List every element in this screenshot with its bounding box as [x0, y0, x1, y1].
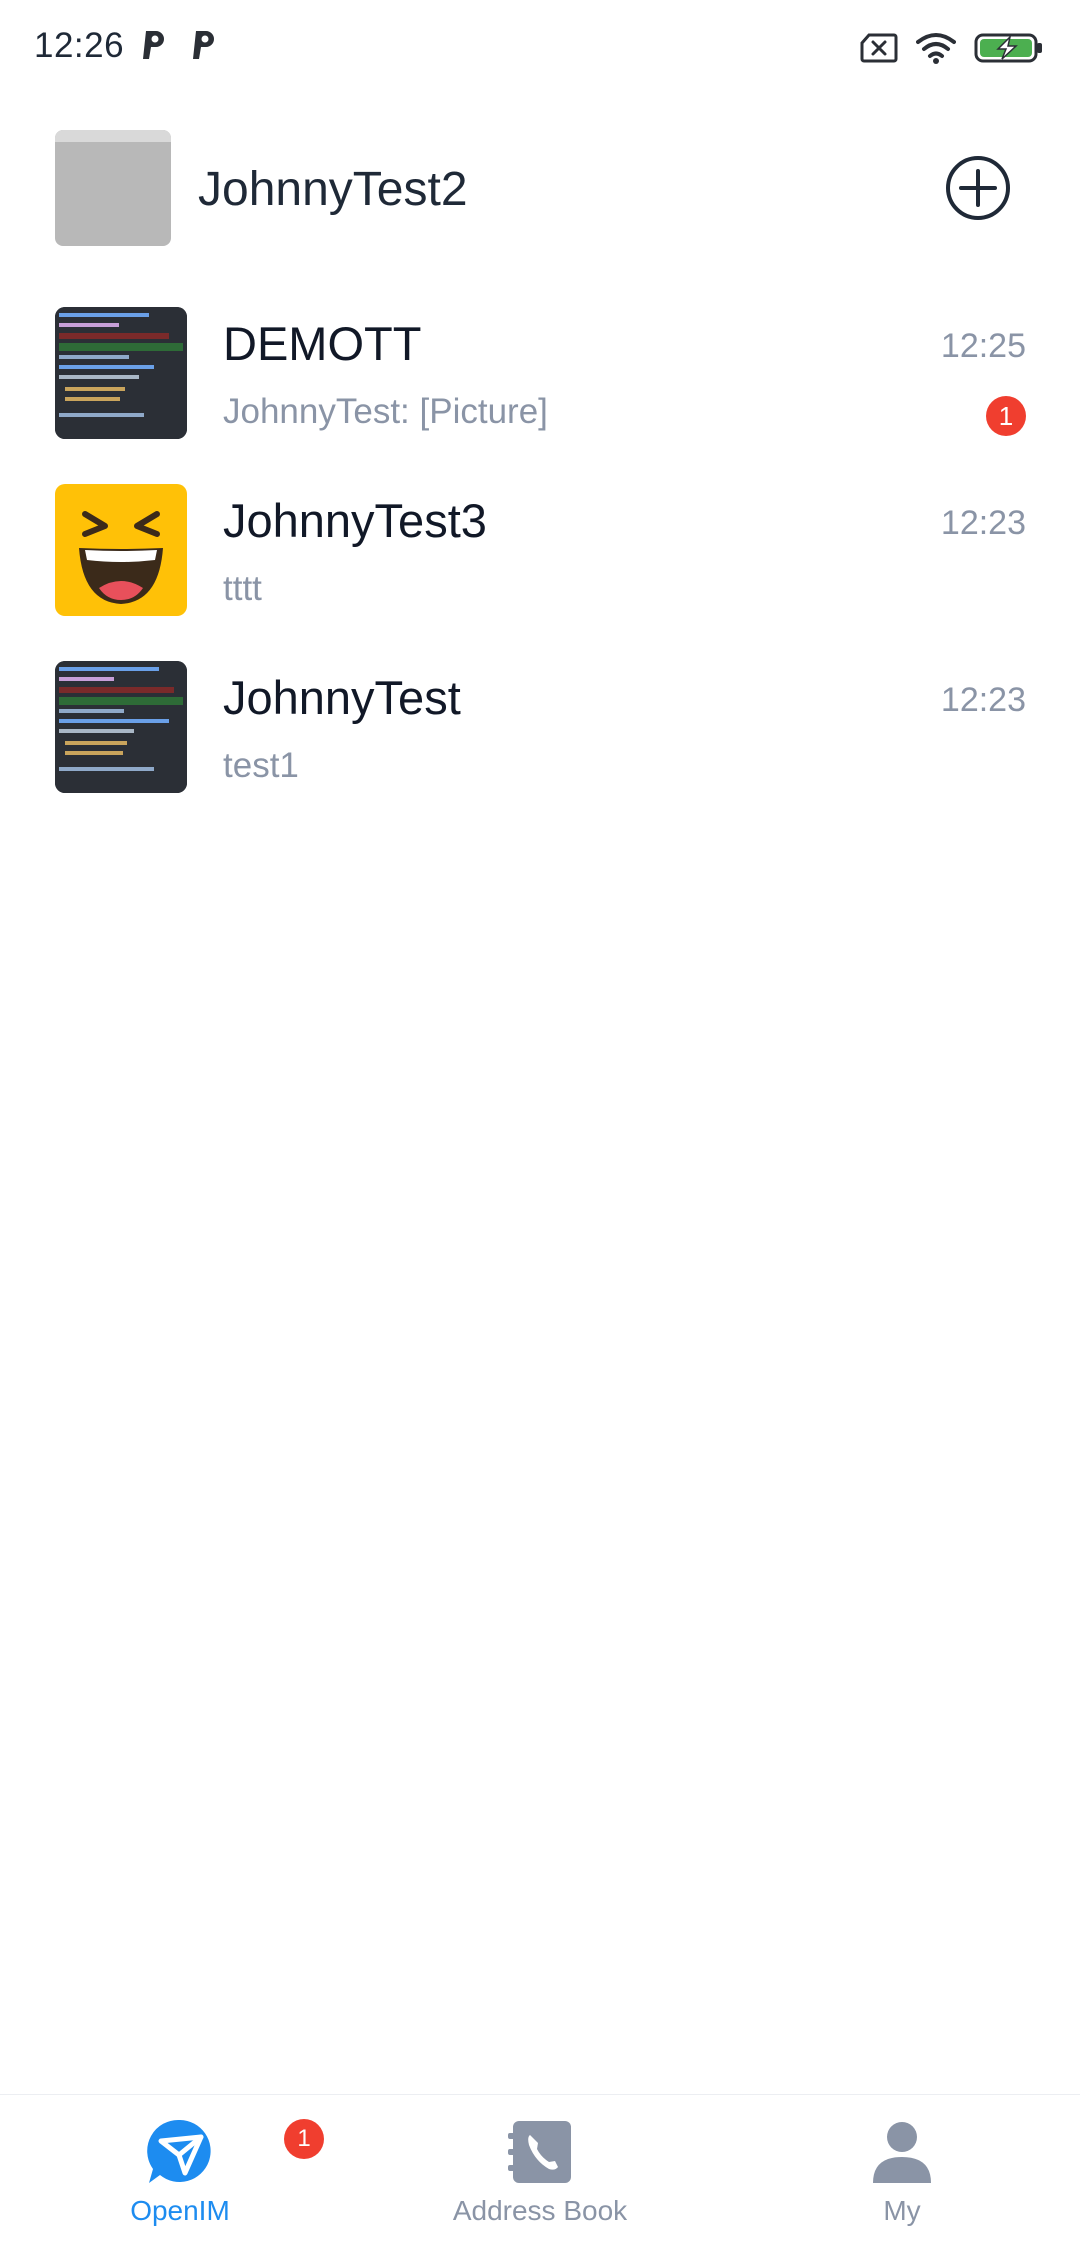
- p-icon: [193, 31, 214, 59]
- conversation-item[interactable]: DEMOTT JohnnyTest: [Picture] 12:25 1: [0, 300, 1080, 477]
- last-message: test1: [223, 746, 299, 785]
- unread-badge: 1: [284, 2119, 324, 2159]
- battery-charging-icon: [974, 33, 1042, 63]
- laughing-emoji-icon: [55, 484, 187, 616]
- conversation-item[interactable]: JohnnyTest3 tttt 12:23: [0, 477, 1080, 654]
- message-time: 12:23: [940, 504, 1026, 542]
- tab-openim[interactable]: OpenIM 1: [30, 2095, 330, 2249]
- tab-label: My: [883, 2195, 921, 2226]
- status-bar: 12:26: [0, 0, 1080, 96]
- plus-circle-icon[interactable]: [944, 154, 1012, 222]
- sim-off-icon: [860, 33, 898, 63]
- p-icon: [143, 31, 164, 59]
- message-time: 12:25: [940, 327, 1026, 365]
- tab-label: Address Book: [452, 2195, 628, 2226]
- wifi-icon: [916, 33, 956, 64]
- conversation-name: DEMOTT: [223, 317, 422, 370]
- tab-label: OpenIM: [130, 2195, 230, 2226]
- openim-icon: [147, 2119, 211, 2183]
- avatar: [55, 484, 187, 616]
- header: JohnnyTest2: [0, 126, 1080, 248]
- address-book-icon: [508, 2121, 571, 2183]
- person-icon: [873, 2122, 931, 2183]
- tab-address-book[interactable]: Address Book: [390, 2095, 690, 2249]
- last-message: JohnnyTest: [Picture]: [223, 392, 548, 431]
- user-name: JohnnyTest2: [198, 163, 468, 216]
- message-time: 12:23: [940, 681, 1026, 719]
- conversation-item[interactable]: JohnnyTest test1 12:23: [0, 654, 1080, 831]
- conversation-name: JohnnyTest3: [223, 494, 487, 547]
- conversation-list: DEMOTT JohnnyTest: [Picture] 12:25 1 Joh…: [0, 300, 1080, 831]
- status-time: 12:26: [34, 26, 125, 65]
- avatar: [55, 307, 187, 439]
- tab-my[interactable]: My: [752, 2095, 1052, 2249]
- avatar[interactable]: [55, 130, 171, 246]
- avatar: [55, 661, 187, 793]
- bottom-nav: OpenIM 1 Address Book My: [0, 2094, 1080, 2248]
- conversation-name: JohnnyTest: [223, 671, 461, 724]
- unread-badge: 1: [986, 396, 1026, 436]
- last-message: tttt: [223, 569, 262, 608]
